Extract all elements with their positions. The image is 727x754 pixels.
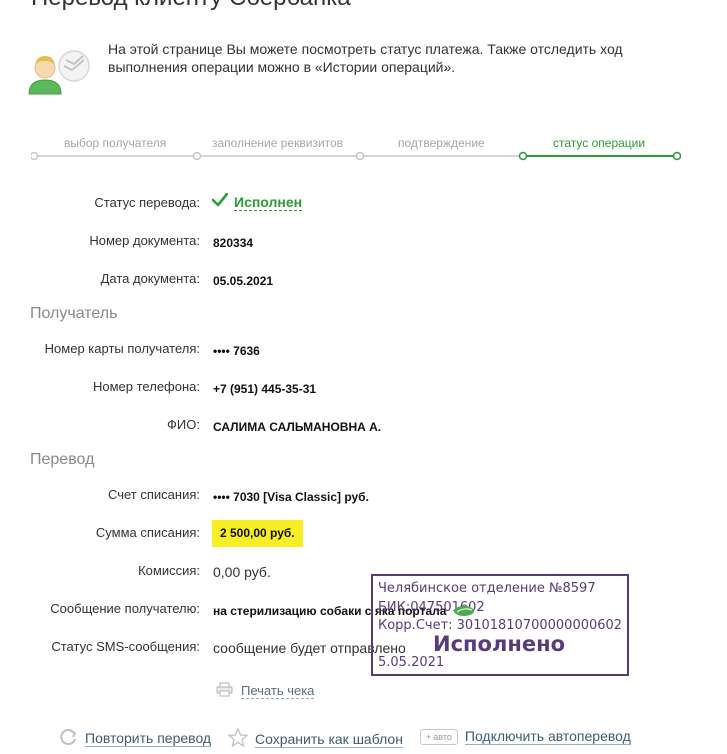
status-text[interactable]: Исполнен — [234, 194, 303, 211]
fee-value: 0,00 руб. — [213, 564, 271, 580]
stamp-date: 5.05.2021 — [378, 655, 445, 670]
stamp-branch: Челябинское отделение №8597 — [378, 581, 596, 596]
amount-label: Сумма списания: — [95, 525, 200, 540]
doc-number-label: Номер документа: — [89, 233, 200, 248]
fio-label: ФИО: — [167, 417, 200, 432]
star-icon — [227, 727, 249, 750]
print-receipt-label: Печать чека — [241, 683, 315, 699]
intro-text: На этой странице Вы можете посмотреть ст… — [108, 41, 623, 75]
message-label: Сообщение получателю: — [50, 601, 200, 616]
check-icon — [211, 192, 229, 212]
save-template-label: Сохранить как шаблон — [255, 730, 403, 748]
print-receipt-link[interactable]: Печать чека — [216, 682, 315, 700]
card-value: •••• 7636 — [213, 344, 260, 358]
sms-status-label: Статус SMS-сообщения: — [51, 639, 200, 654]
bottom-actions: Повторить перевод Сохранить как шаблон +… — [60, 727, 720, 754]
phone-value: +7 (951) 445-35-31 — [213, 382, 317, 396]
leaf-icon — [453, 603, 475, 622]
stamp-executed: Исполнено — [433, 632, 566, 656]
transfer-section-title: Перевод — [30, 451, 95, 468]
account-label: Счет списания: — [107, 487, 200, 502]
repeat-transfer-button[interactable]: Повторить перевод — [60, 728, 212, 749]
amount-value: 2 500,00 руб. — [212, 520, 303, 547]
repeat-transfer-label: Повторить перевод — [85, 730, 212, 747]
doc-number-value: 820334 — [213, 236, 254, 250]
status-value: Исполнен — [211, 192, 303, 212]
user-icon — [26, 48, 94, 96]
save-template-button[interactable]: Сохранить как шаблон — [227, 727, 403, 750]
plus-icon: + — [426, 731, 432, 742]
step-fill-details: заполнение реквизитов — [210, 136, 346, 150]
auto-badge-label: авто — [433, 731, 452, 742]
fee-label: Комиссия: — [138, 563, 200, 578]
page-title: Перевод клиенту Сбербанка — [31, 0, 351, 12]
step-confirm: подтверждение — [396, 136, 487, 150]
repeat-icon — [60, 728, 78, 749]
bank-stamp: Челябинское отделение №8597 БИК:04750160… — [371, 574, 629, 676]
printer-icon — [216, 682, 233, 700]
connect-autotransfer-label: Подключить автоперевод — [464, 728, 631, 745]
status-label: Статус перевода: — [94, 195, 200, 210]
fio-value: САЛИМА САЛЬМАНОВНА А. — [213, 420, 382, 434]
doc-date-value: 05.05.2021 — [213, 274, 274, 288]
progress-steps: выбор получателя заполнение реквизитов п… — [31, 133, 681, 163]
stamp-corr-account: Корр.Счет: 30101810700000000602 — [378, 618, 623, 633]
auto-badge: + авто — [420, 728, 458, 745]
phone-label: Номер телефона: — [93, 379, 200, 394]
connect-autotransfer-button[interactable]: + авто Подключить автоперевод — [420, 728, 631, 745]
step-operation-status: статус операции — [551, 136, 648, 150]
step-select-recipient: выбор получателя — [62, 136, 169, 150]
recipient-section-title: Получатель — [30, 305, 118, 322]
doc-date-label: Дата документа: — [100, 271, 200, 286]
card-label: Номер карты получателя: — [44, 341, 200, 356]
account-value: •••• 7030 [Visa Classic] руб. — [213, 490, 369, 504]
